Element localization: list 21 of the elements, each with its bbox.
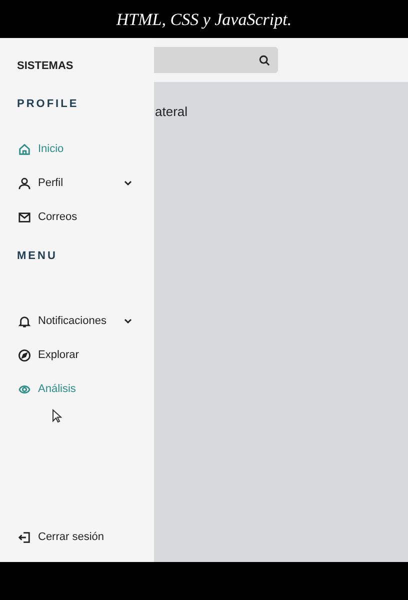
user-icon [18,176,31,190]
page-heading: ateral [155,104,188,119]
section-heading: MENU [17,249,58,264]
compass-icon [18,348,31,362]
eye-icon [18,382,31,396]
mail-icon [18,210,31,224]
logout-link[interactable]: Cerrar sesión [0,522,154,552]
sidebar-title: SISTEMAS [17,60,74,72]
sidebar-item[interactable]: Análisis [0,372,154,406]
logout-icon [18,530,31,544]
sidebar-item[interactable]: Correos [0,200,154,234]
sidebar-item[interactable]: Perfil [0,166,154,200]
sidebar-item[interactable]: Explorar [0,338,154,372]
mouse-cursor-icon [52,409,62,423]
bell-icon [18,314,31,328]
search-icon[interactable] [259,54,270,66]
sidebar-item[interactable]: Inicio [0,132,154,166]
video-caption: HTML, CSS y JavaScript. [116,8,292,31]
sidebar-item[interactable]: Notificaciones [0,304,154,338]
section-heading: PROFILE [17,97,79,112]
home-icon [18,142,31,156]
